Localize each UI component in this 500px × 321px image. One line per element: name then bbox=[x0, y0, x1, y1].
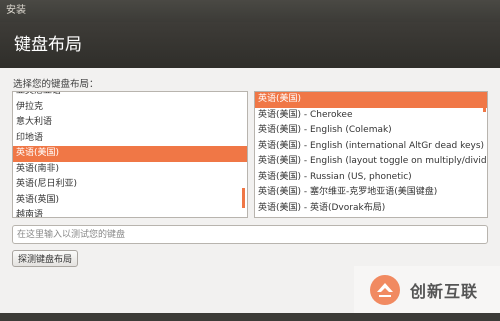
variant-list-scrollbar[interactable] bbox=[483, 92, 486, 112]
watermark-logo-icon bbox=[370, 274, 400, 305]
page-header: 键盘布局 bbox=[0, 22, 500, 68]
list-item[interactable]: 英语(美国) - Cherokee bbox=[255, 108, 487, 124]
list-item[interactable]: 伊拉克 bbox=[13, 100, 247, 116]
layout-list[interactable]: 亚美尼亚语 伊拉克 意大利语 印地语 英语(美国) 英语(南非) 英语(尼日利亚… bbox=[12, 91, 248, 218]
layout-list-scrollbar[interactable] bbox=[242, 188, 245, 208]
list-item[interactable]: 意大利语 bbox=[13, 115, 247, 131]
list-item[interactable]: 英语(美国) - English (international AltGr de… bbox=[255, 139, 487, 155]
list-item[interactable]: 英语(美国) - English (layout toggle on multi… bbox=[255, 154, 487, 170]
window-title: 安装 bbox=[6, 5, 26, 16]
variant-list[interactable]: 英语(美国) 英语(美国) - Cherokee 英语(美国) - Englis… bbox=[254, 91, 488, 218]
bottom-border bbox=[0, 313, 500, 321]
list-item[interactable]: 英语(英国) bbox=[13, 193, 247, 209]
list-item-selected[interactable]: 英语(美国) bbox=[255, 92, 487, 108]
detect-layout-button[interactable]: 探测键盘布局 bbox=[12, 250, 78, 267]
page-title: 键盘布局 bbox=[14, 35, 82, 55]
watermark: 创新互联 bbox=[354, 266, 500, 313]
list-item[interactable]: 英语(美国) - 塞尔维亚-克罗地亚语(美国键盘) bbox=[255, 185, 487, 201]
list-item-selected[interactable]: 英语(美国) bbox=[13, 146, 247, 162]
list-item[interactable]: 印地语 bbox=[13, 131, 247, 147]
list-item[interactable]: 英语(美国) - Russian (US, phonetic) bbox=[255, 170, 487, 186]
list-item[interactable]: 英语(南非) bbox=[13, 162, 247, 178]
list-item[interactable]: 英语(美国) - 英语(Dvorak布局) bbox=[255, 201, 487, 217]
list-item[interactable]: 英语(美国) - English (Colemak) bbox=[255, 123, 487, 139]
list-item[interactable]: 亚美尼亚语 bbox=[13, 92, 247, 100]
list-item[interactable]: 越南语 bbox=[13, 208, 247, 217]
list-item[interactable]: 英语(尼日利亚) bbox=[13, 177, 247, 193]
layout-prompt: 选择您的键盘布局： bbox=[13, 79, 99, 90]
window-titlebar: 安装 bbox=[0, 0, 500, 22]
watermark-text: 创新互联 bbox=[410, 281, 479, 301]
keyboard-test-input[interactable] bbox=[12, 225, 488, 244]
